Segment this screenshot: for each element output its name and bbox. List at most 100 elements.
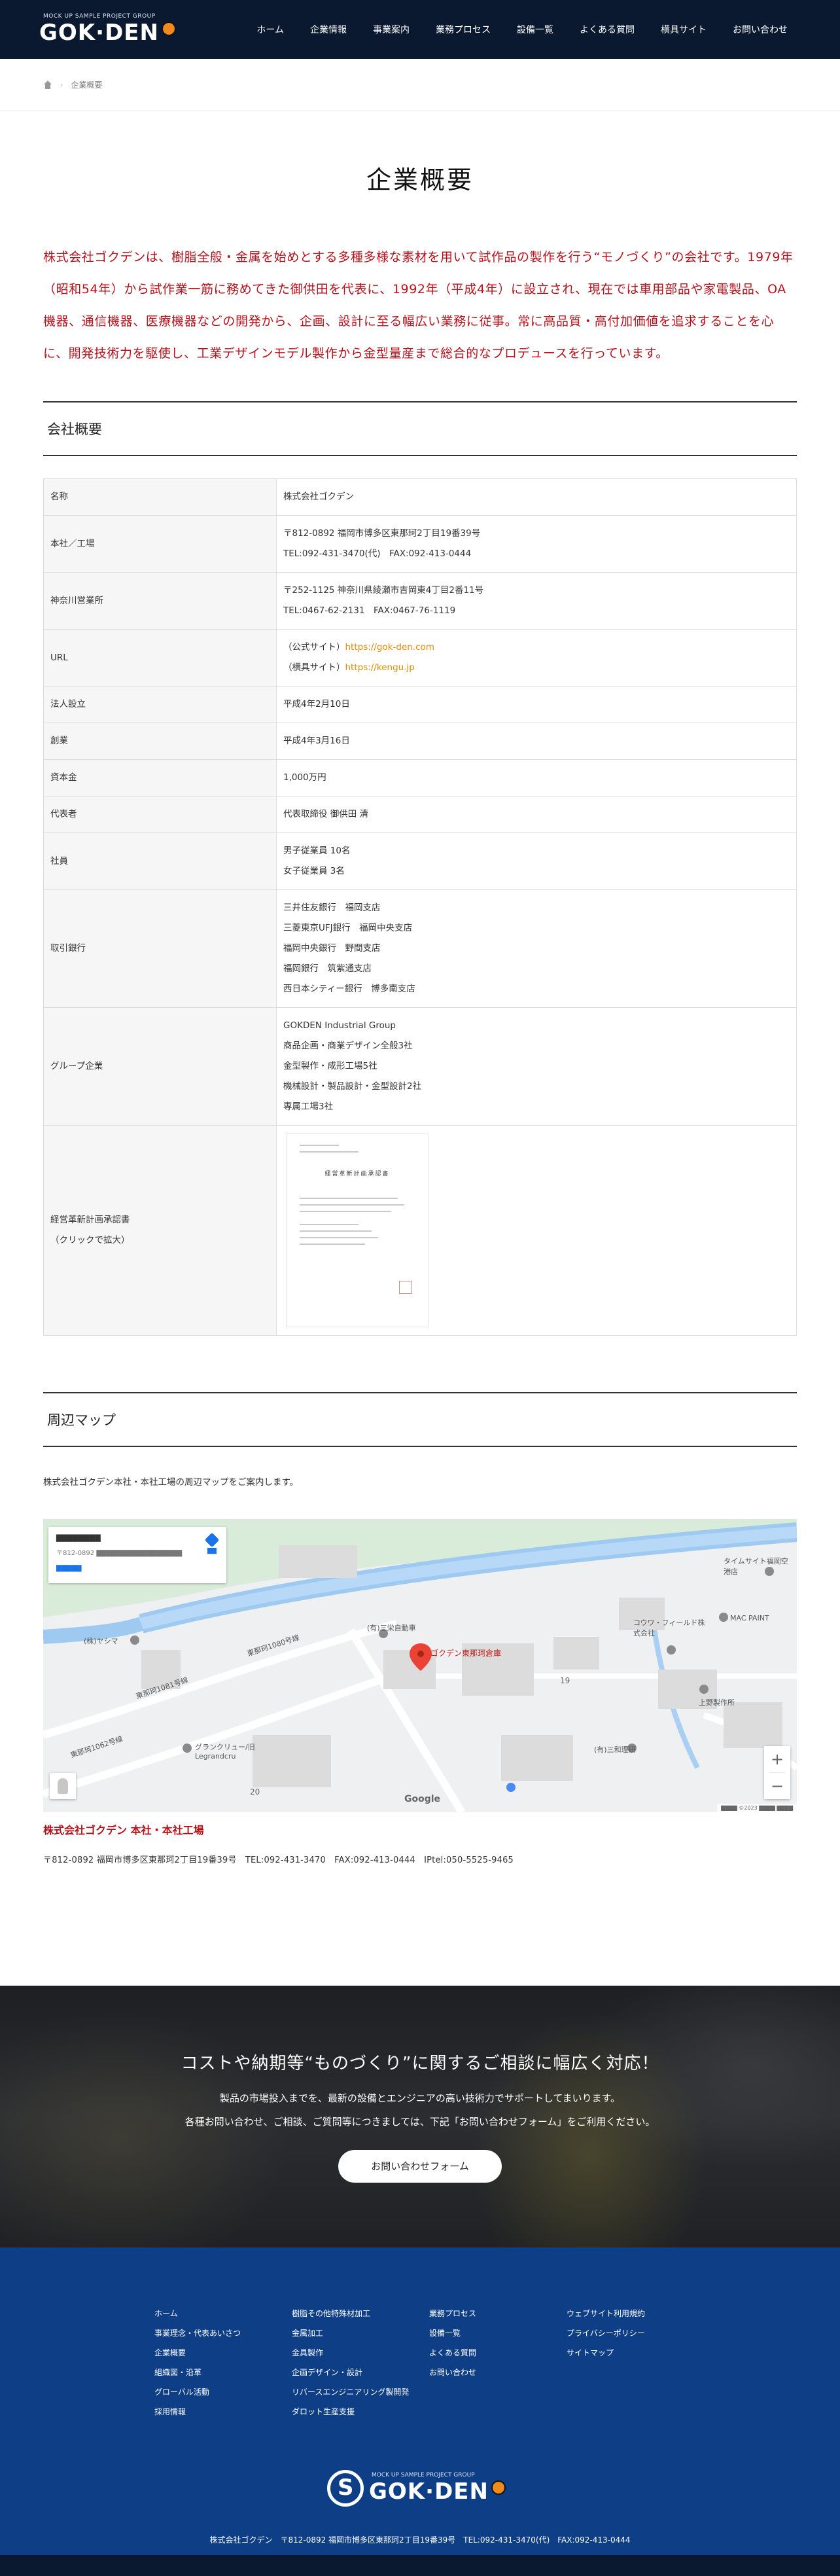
breadcrumb-current: 企業概要 <box>71 80 103 90</box>
street-view-pegman[interactable] <box>50 1773 76 1799</box>
directions-icon <box>204 1532 220 1548</box>
footer-link[interactable]: ウェブサイト利用規約 <box>567 2304 704 2323</box>
nav-contact[interactable]: お問い合わせ <box>720 23 801 36</box>
table-value-line: 〒252-1125 神奈川県綾瀬市吉岡東4丁目2番11号 <box>283 585 484 596</box>
map-lead: 株式会社ゴクデン本社・本社工場の周辺マップをご案内します。 <box>43 1477 299 1488</box>
map-label: グランクリュー/旧Legrandcru <box>195 1743 255 1761</box>
table-value: 三井住友銀行 福岡支店 三菱東京UFJ銀行 福岡中央支店 福岡中央銀行 野間支店 福岡… <box>276 889 797 1008</box>
footer-link[interactable]: 企画デザイン・設計 <box>292 2363 429 2382</box>
table-value-line: 三井住友銀行 福岡支店 <box>283 903 381 913</box>
table-label: 神奈川営業所 <box>43 572 277 630</box>
map-card-title: ▇▇▇▇▇▇▇▇ <box>56 1533 101 1542</box>
footer-link[interactable]: ホーム <box>154 2304 292 2323</box>
footer-link[interactable]: 組織図・沿革 <box>154 2363 292 2382</box>
footer-link[interactable]: サイトマップ <box>567 2343 704 2363</box>
page-title: 企業概要 <box>366 166 474 194</box>
zoom-control: + − <box>764 1746 790 1799</box>
contact-form-button[interactable]: お問い合わせフォーム <box>338 2150 502 2183</box>
footer-link[interactable]: 金具製作 <box>292 2343 429 2363</box>
directions-button[interactable]: ▇▇ <box>204 1532 220 1554</box>
table-value-line: 福岡銀行 筑紫通支店 <box>283 963 372 974</box>
footer-link[interactable]: プライバシーポリシー <box>567 2323 704 2343</box>
footer-logo-text: GOK·DEN <box>369 2478 489 2505</box>
map-label: 20 <box>250 1787 260 1797</box>
site-header: MOCK UP SAMPLE PROJECT GROUP GOK·DEN ホーム… <box>0 0 840 59</box>
footer-logo[interactable]: MOCK UP SAMPLE PROJECT GROUP GOK·DEN <box>327 2470 506 2507</box>
table-label: 代表者 <box>43 796 277 833</box>
table-value-line: 1,000万円 <box>283 772 326 783</box>
map-info-card: ▇▇▇▇▇▇▇▇ 〒812-0892 ▇▇▇▇▇▇▇▇▇▇▇▇▇▇▇▇▇ ▇▇▇… <box>48 1527 226 1583</box>
nav-process[interactable]: 業務プロセス <box>423 23 504 36</box>
map-label: (株)ヤシマ <box>84 1637 118 1645</box>
contact-cta: コストや納期等“ものづくり”に関するご相談に幅広く対応！ 製品の市場投入までを、… <box>0 1986 840 2247</box>
address-title: 株式会社ゴクデン 本社・本社工場 <box>43 1824 204 1836</box>
table-value: 〒812-0892 福岡市博多区東那珂2丁目19番39号 TEL:092-431-… <box>276 515 797 573</box>
site-logo[interactable]: MOCK UP SAMPLE PROJECT GROUP GOK·DEN <box>39 13 183 46</box>
cert-hint: （クリックで拡大） <box>50 1235 130 1245</box>
company-heading: 会社概要 <box>43 401 797 456</box>
map-pin-label: ゴクデン東那珂倉庫 <box>430 1649 502 1658</box>
table-value: 〒252-1125 神奈川県綾瀬市吉岡東4丁目2番11号 TEL:0467-62-… <box>276 572 797 630</box>
nav-business[interactable]: 事業案内 <box>360 23 423 36</box>
map-card-link[interactable]: ▇▇▇▇▇ <box>56 1565 219 1572</box>
site-link[interactable]: https://gok-den.com <box>345 642 434 653</box>
table-row: 社員 男子従業員 10名 女子従業員 3名 <box>43 832 797 890</box>
zoom-out-button[interactable]: − <box>764 1773 790 1799</box>
footer-link[interactable]: 設備一覧 <box>429 2323 567 2343</box>
footer-bottom-bar <box>0 2555 840 2576</box>
intro-text: 株式会社ゴクデンは、樹脂全般・金属を始めとする多種多様な素材を用いて試作品の製作… <box>43 250 794 361</box>
address-line: 〒812-0892 福岡市博多区東那珂2丁目19番39号 TEL:092-431… <box>43 1855 514 1865</box>
url-prefix: （横具サイト） <box>283 662 345 673</box>
nav-home[interactable]: ホーム <box>243 23 297 36</box>
nav-company[interactable]: 企業情報 <box>297 23 360 36</box>
footer-link[interactable]: 事業理念・代表あいさつ <box>154 2323 292 2343</box>
logo-text: GOK·DEN <box>39 20 159 46</box>
map-label: コウワ・フィールド株式会社 <box>633 1619 705 1637</box>
table-value-line: 三菱東京UFJ銀行 福岡中央支店 <box>283 923 413 933</box>
footer-link[interactable]: よくある質問 <box>429 2343 567 2363</box>
table-row: 法人設立 平成4年2月10日 <box>43 686 797 723</box>
table-row: 代表者 代表取締役 御供田 清 <box>43 796 797 833</box>
table-value-line: 西日本シティー銀行 博多南支店 <box>283 984 415 994</box>
company-table: 名称 株式会社ゴクデン 本社／工場 〒812-0892 福岡市博多区東那珂2丁目19番… <box>43 478 797 1336</box>
footer-link[interactable]: グローバル活動 <box>154 2382 292 2402</box>
cta-title: コストや納期等“ものづくり”に関するご相談に幅広く対応！ <box>181 2054 659 2073</box>
nav-equipment[interactable]: 設備一覧 <box>504 23 567 36</box>
table-value-line: 株式会社ゴクデン <box>283 492 354 502</box>
zoom-in-button[interactable]: + <box>764 1746 790 1772</box>
table-label: グループ企業 <box>43 1007 277 1126</box>
map-label: タイムサイト福岡空港店 <box>724 1557 788 1576</box>
footer-link[interactable]: 業務プロセス <box>429 2304 567 2323</box>
logo-tagline: MOCK UP SAMPLE PROJECT GROUP <box>43 13 156 20</box>
footer-link[interactable]: リバースエンジニアリング製開発 <box>292 2382 429 2402</box>
cta-line-1: 製品の市場投入までを、最新の設備とエンジニアの高い技術力でサポートしてまいります… <box>219 2092 621 2104</box>
table-label: 資本金 <box>43 759 277 796</box>
map-terms[interactable]: ▇▇▇▇ ©2023 ▇▇▇▇ ▇▇▇▇ <box>717 1804 797 1812</box>
map-label: MAC PAINT <box>730 1614 769 1622</box>
footer-column-1: ホーム 事業理念・代表あいさつ 企業概要 組織図・沿革 グローバル活動 採用情報 <box>154 2304 292 2422</box>
google-map[interactable]: ゴクデン東那珂倉庫 (有)三栄自動車 (株)ヤシマ 東那珂1080号線 東那珂1… <box>43 1519 797 1812</box>
map-label: 19 <box>560 1676 570 1685</box>
home-icon[interactable] <box>43 80 52 90</box>
chevron-right-icon: › <box>60 80 63 89</box>
site-footer: ホーム 事業理念・代表あいさつ 企業概要 組織図・沿革 グローバル活動 採用情報 樹脂その… <box>0 2247 840 2555</box>
table-value-line: 平成4年2月10日 <box>283 699 350 709</box>
table-value-line: 機械設計・製品設計・金型設計2社 <box>283 1081 422 1092</box>
footer-link[interactable]: 樹脂その他特殊材加工 <box>292 2304 429 2323</box>
nav-tool-site[interactable]: 横具サイト <box>648 23 720 36</box>
table-label: 創業 <box>43 723 277 760</box>
map-heading: 周辺マップ <box>43 1392 797 1447</box>
footer-link[interactable]: ダロット生産支援 <box>292 2402 429 2422</box>
certificate-thumbnail[interactable]: 経営革新計画承認書 <box>286 1134 429 1327</box>
footer-link[interactable]: 採用情報 <box>154 2402 292 2422</box>
site-link[interactable]: https://kengu.jp <box>345 662 415 673</box>
table-value-line: 金型製作・成形工場5社 <box>283 1061 377 1071</box>
nav-faq[interactable]: よくある質問 <box>567 23 648 36</box>
table-value-line: 専属工場3社 <box>283 1101 334 1112</box>
footer-link[interactable]: 企業概要 <box>154 2343 292 2363</box>
table-value-line: TEL:0467-62-2131 FAX:0467-76-1119 <box>283 605 456 616</box>
table-label: 本社／工場 <box>43 515 277 573</box>
footer-link[interactable]: お問い合わせ <box>429 2363 567 2382</box>
table-value: （公式サイト）https://gok-den.com （横具サイト）https:/… <box>276 629 797 687</box>
footer-link[interactable]: 金属加工 <box>292 2323 429 2343</box>
